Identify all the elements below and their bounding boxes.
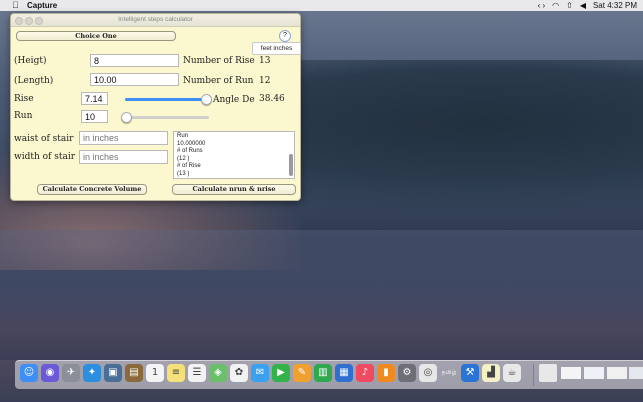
volume-icon[interactable]: ◀ <box>580 0 586 11</box>
window-thumbnail-icon[interactable] <box>584 367 604 379</box>
reminders-icon[interactable]: ☰ <box>188 364 206 382</box>
output-line: Run <box>177 133 189 139</box>
calculator-window: Intelligent steps calculator Choice One … <box>10 13 301 201</box>
output-line: (13 ) <box>177 170 190 177</box>
feet-inches-button[interactable]: feet inches <box>252 42 301 55</box>
siri-icon[interactable]: ◉ <box>41 364 59 382</box>
music-icon[interactable]: ♪ <box>356 364 374 382</box>
xcode-icon[interactable]: ⚒ <box>461 364 479 382</box>
rise-slider[interactable] <box>125 98 209 101</box>
waist-of-stair-input[interactable] <box>79 131 168 145</box>
length-label: (Length) <box>14 76 54 86</box>
pages-icon[interactable]: ✎ <box>293 364 311 382</box>
window-title: Intelligent steps calculator <box>118 16 193 23</box>
finder-icon[interactable]: ☺ <box>20 364 38 382</box>
facetime-icon[interactable]: ▶ <box>272 364 290 382</box>
choice-one-button[interactable]: Choice One <box>16 31 176 41</box>
rise-label: Rise <box>14 94 34 104</box>
java-icon[interactable]: ☕ <box>503 364 521 382</box>
menubar-clock[interactable]: Sat 4:32 PM <box>593 0 637 11</box>
result-output-area[interactable]: Run 10.000000 # of Runs (12 ) # of Rise (13 ) <box>173 131 295 179</box>
notebook-icon[interactable]: ▤ <box>125 364 143 382</box>
rise-slider-knob[interactable] <box>200 94 212 105</box>
output-scrollbar[interactable] <box>289 154 293 176</box>
output-line: (12 ) <box>177 155 190 162</box>
window-titlebar[interactable]: Intelligent steps calculator <box>11 14 300 27</box>
height-label: (Heigt) <box>14 56 47 66</box>
calculate-concrete-volume-button[interactable]: Calculate Concrete Volume <box>37 184 147 195</box>
numbers-icon[interactable]: ▥ <box>314 364 332 382</box>
nav-arrows-icon[interactable]: ‹ › <box>538 0 546 11</box>
run-input[interactable]: 10 <box>81 110 108 123</box>
width-of-stair-label: width of stair <box>14 152 76 162</box>
books-icon[interactable]: ▮ <box>377 364 395 382</box>
photo-icon[interactable]: ▣ <box>104 364 122 382</box>
number-of-rise-value: 13 <box>259 56 271 66</box>
help-button[interactable]: ? <box>279 30 291 42</box>
calculate-nrun-nrise-button[interactable]: Calculate nrun & nrise <box>172 184 296 195</box>
safari-icon[interactable]: ✦ <box>83 364 101 382</box>
notes-icon[interactable]: ≡ <box>167 364 185 382</box>
preferences-icon[interactable]: ⚙ <box>398 364 416 382</box>
wifi-icon[interactable]: ◠ <box>552 0 559 11</box>
chrome-icon[interactable]: ◎ <box>419 364 437 382</box>
keynote-icon[interactable]: ▦ <box>335 364 353 382</box>
number-of-run-label: Number of Run <box>183 76 254 86</box>
tamil-icon[interactable]: தமிழ் <box>440 364 458 382</box>
trash-icon[interactable] <box>629 367 643 379</box>
run-slider[interactable] <box>125 116 209 119</box>
launchpad-icon[interactable]: ✈ <box>62 364 80 382</box>
window-thumbnail-icon[interactable] <box>607 367 627 379</box>
length-input[interactable]: 10.00 <box>90 73 179 86</box>
output-line: # of Rise <box>177 163 201 169</box>
dock-separator <box>533 364 534 386</box>
angle-label: Angle De <box>213 95 255 105</box>
stairs-app-icon[interactable]: ▟ <box>482 364 500 382</box>
number-of-rise-label: Number of Rise <box>183 56 255 66</box>
menu-bar:  Capture ‹ › ◠ ⇧ ◀ Sat 4:32 PM <box>0 0 643 11</box>
dock: ☺ ◉ ✈ ✦ ▣ ▤ 1 ≡ ☰ ◈ ✿ ✉ ▶ ✎ ▥ ▦ ♪ ▮ ⚙ ◎ தமிழ் ⚒ ▟ ☕ <box>15 360 643 389</box>
apple-menu-icon[interactable]:  <box>12 0 19 11</box>
maps-icon[interactable]: ◈ <box>209 364 227 382</box>
app-menu-name[interactable]: Capture <box>27 0 57 11</box>
output-line: 10.000000 <box>177 140 206 147</box>
output-line: # of Runs <box>177 148 203 154</box>
document-thumbnail-icon[interactable] <box>539 364 557 382</box>
width-of-stair-input[interactable] <box>79 150 168 164</box>
window-thumbnail-icon[interactable] <box>561 367 581 379</box>
height-input[interactable]: 8 <box>90 54 179 67</box>
run-slider-knob[interactable] <box>121 112 132 123</box>
waist-of-stair-label: waist of stair <box>14 134 74 144</box>
number-of-run-value: 12 <box>259 76 271 86</box>
photos-icon[interactable]: ✿ <box>230 364 248 382</box>
messages-icon[interactable]: ✉ <box>251 364 269 382</box>
rise-input[interactable]: 7.14 <box>81 92 108 105</box>
calendar-icon[interactable]: 1 <box>146 364 164 382</box>
upload-icon[interactable]: ⇧ <box>566 0 573 11</box>
angle-value: 38.46 <box>259 94 285 104</box>
run-label: Run <box>14 111 33 121</box>
